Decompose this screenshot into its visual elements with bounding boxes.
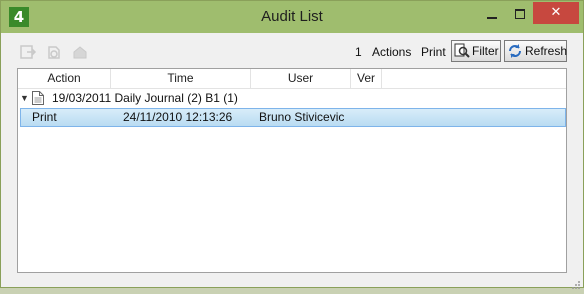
column-header-user[interactable]: User: [251, 69, 351, 88]
actions-count: 1: [355, 45, 362, 59]
refresh-button-label: Refresh: [525, 44, 568, 58]
toolbar: 1 Actions Print Filter Refresh: [9, 39, 575, 65]
print-label: Print: [421, 45, 446, 59]
resize-grip-icon[interactable]: [571, 275, 581, 289]
refresh-button[interactable]: Refresh: [504, 40, 567, 62]
actions-label: Actions: [372, 45, 412, 59]
column-header-action[interactable]: Action: [18, 69, 111, 88]
group-row[interactable]: ▼ 19/03/2011 Daily Journal (2) B1 (1): [18, 89, 566, 107]
refresh-icon: [507, 43, 523, 59]
audit-list-window: 4 Audit List ✕ 1 Actions Print Filter Re…: [0, 0, 584, 289]
filter-icon: [454, 43, 470, 59]
export-icon[interactable]: [19, 43, 37, 61]
home-icon[interactable]: [71, 43, 89, 61]
table-row[interactable]: Print 24/11/2010 12:13:26 Bruno Stivicev…: [20, 108, 566, 127]
close-button[interactable]: ✕: [533, 2, 579, 24]
document-icon: [32, 91, 44, 105]
filter-button[interactable]: Filter: [451, 40, 501, 62]
filter-button-label: Filter: [472, 44, 499, 58]
title-bar[interactable]: 4 Audit List ✕: [1, 1, 583, 33]
refresh-doc-icon[interactable]: [45, 43, 63, 61]
column-header-time[interactable]: Time: [111, 69, 251, 88]
cell-time: 24/11/2010 12:13:26: [123, 110, 233, 124]
maximize-button[interactable]: [507, 4, 533, 24]
group-label: 19/03/2011 Daily Journal (2) B1 (1): [52, 91, 238, 105]
minimize-button[interactable]: [479, 4, 505, 24]
audit-list[interactable]: Action Time User Ver ▼ 19/03/2011 Daily …: [17, 68, 567, 273]
column-header-ver[interactable]: Ver: [351, 69, 382, 88]
cell-action: Print: [32, 110, 57, 124]
cell-user: Bruno Stivicevic: [259, 110, 345, 124]
collapse-triangle-icon[interactable]: ▼: [20, 89, 29, 107]
list-header: Action Time User Ver: [18, 69, 566, 89]
